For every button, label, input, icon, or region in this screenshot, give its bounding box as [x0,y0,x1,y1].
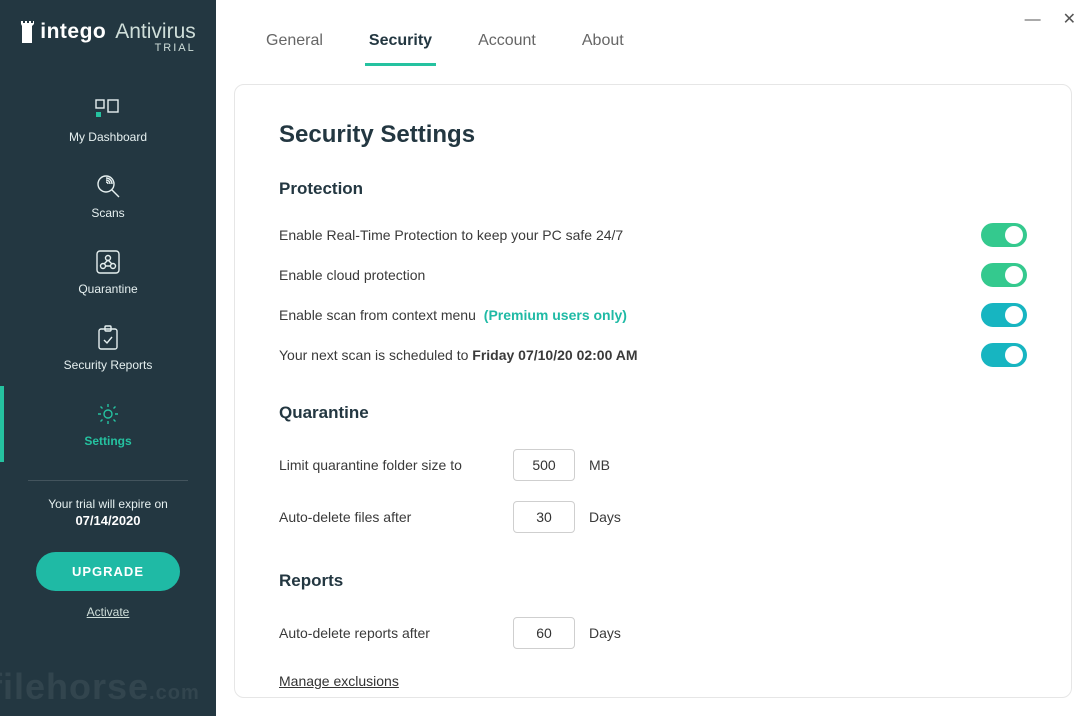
sidebar-item-scans[interactable]: Scans [0,158,216,234]
sidebar-label: Scans [91,206,124,220]
tab-security[interactable]: Security [367,32,434,66]
quarantine-autodel-label: Auto-delete files after [279,509,499,525]
activate-link[interactable]: Activate [87,605,130,619]
quarantine-autodel-input[interactable] [513,501,575,533]
trial-expire-label: Your trial will expire on [48,497,168,511]
brand-name-2: Antivirus [115,20,196,44]
tab-general[interactable]: General [264,32,325,66]
sidebar-divider [28,480,188,481]
sidebar-item-reports[interactable]: Security Reports [0,310,216,386]
window-controls: — ✕ [1025,12,1076,28]
trial-info: Your trial will expire on 07/14/2020 [48,497,168,528]
tab-about[interactable]: About [580,32,626,66]
watermark-text: filehorse [0,666,149,707]
settings-card: Security Settings Protection Enable Real… [234,84,1072,698]
row-label: Enable Real-Time Protection to keep your… [279,227,623,243]
row-label-text: Enable scan from context menu [279,307,476,323]
row-label: Enable cloud protection [279,267,425,283]
dashboard-icon [94,96,122,124]
main-area: General Security Account About Security … [216,0,1090,716]
settings-icon [94,400,122,428]
brand-trial-tag: TRIAL [155,42,196,54]
minimize-button[interactable]: — [1025,12,1041,28]
toggle-cloud-protection[interactable] [981,263,1027,287]
upgrade-button[interactable]: UPGRADE [36,552,180,591]
sidebar-nav: My Dashboard Scans Quarantine Security R… [0,82,216,462]
brand-logo: intego Antivirus TRIAL [20,20,196,54]
section-reports-heading: Reports [279,571,1027,591]
reports-icon [94,324,122,352]
watermark: filehorse.com [0,666,200,708]
scan-icon [94,172,122,200]
row-reports-autodelete: Auto-delete reports after Days [279,607,1027,659]
watermark-com: .com [149,682,200,704]
sidebar-item-dashboard[interactable]: My Dashboard [0,82,216,158]
reports-autodel-input[interactable] [513,617,575,649]
brand-name-1: intego [40,20,106,44]
toggle-realtime-protection[interactable] [981,223,1027,247]
row-realtime-protection: Enable Real-Time Protection to keep your… [279,215,1027,255]
castle-icon [20,21,34,43]
reports-autodel-label: Auto-delete reports after [279,625,499,641]
quarantine-limit-unit: MB [589,457,610,473]
section-quarantine-heading: Quarantine [279,403,1027,423]
next-scan-date: Friday 07/10/20 02:00 AM [472,347,637,363]
sidebar-label: My Dashboard [69,130,147,144]
quarantine-icon [94,248,122,276]
row-label: Your next scan is scheduled to Friday 07… [279,347,638,363]
manage-exclusions-link[interactable]: Manage exclusions [279,673,399,689]
page-title: Security Settings [279,121,1027,149]
trial-expire-date: 07/14/2020 [48,513,168,528]
sidebar-item-quarantine[interactable]: Quarantine [0,234,216,310]
row-context-menu-scan: Enable scan from context menu (Premium u… [279,295,1027,335]
sidebar-item-settings[interactable]: Settings [0,386,216,462]
reports-autodel-unit: Days [589,625,621,641]
sidebar-label: Security Reports [64,358,153,372]
row-label: Enable scan from context menu (Premium u… [279,307,627,323]
tab-account[interactable]: Account [476,32,538,66]
toggle-context-menu-scan[interactable] [981,303,1027,327]
quarantine-autodel-unit: Days [589,509,621,525]
sidebar-label: Settings [84,434,131,448]
sidebar-label: Quarantine [78,282,137,296]
premium-hint: (Premium users only) [484,307,627,323]
app-window: — ✕ intego Antivirus TRIAL My Dashboard [0,0,1090,716]
row-cloud-protection: Enable cloud protection [279,255,1027,295]
next-scan-prefix: Your next scan is scheduled to [279,347,472,363]
toggle-next-scan[interactable] [981,343,1027,367]
close-button[interactable]: ✕ [1063,12,1076,28]
section-protection-heading: Protection [279,179,1027,199]
row-quarantine-autodelete: Auto-delete files after Days [279,491,1027,543]
sidebar: intego Antivirus TRIAL My Dashboard Scan… [0,0,216,716]
row-quarantine-limit: Limit quarantine folder size to MB [279,439,1027,491]
quarantine-limit-label: Limit quarantine folder size to [279,457,499,473]
tabs: General Security Account About [234,0,1072,66]
quarantine-limit-input[interactable] [513,449,575,481]
row-next-scan: Your next scan is scheduled to Friday 07… [279,335,1027,375]
